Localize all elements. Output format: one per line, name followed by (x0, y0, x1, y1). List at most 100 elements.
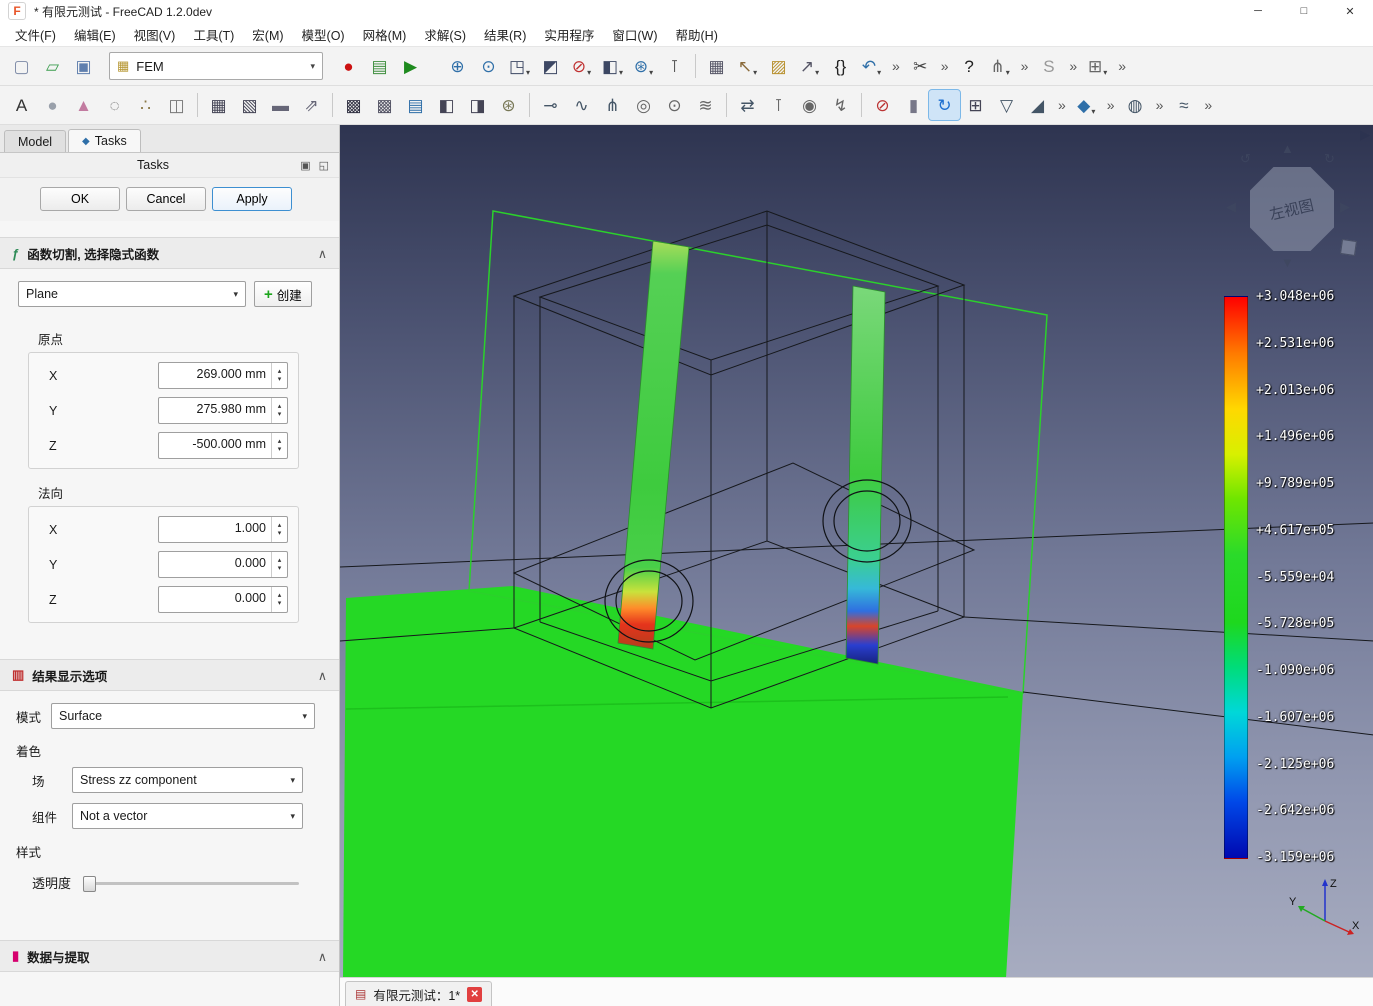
minimize-icon[interactable]: ─ (1235, 0, 1281, 22)
mesh-cube-left-button[interactable]: ◧ (431, 90, 462, 120)
lasso-select-button[interactable]: ◌ (99, 90, 130, 120)
toolbar-overflow[interactable]: » (887, 58, 905, 74)
ring-button[interactable]: ◎ (628, 90, 659, 120)
spin-up-icon[interactable]: ▴ (278, 522, 282, 530)
create-function-button[interactable]: + 创建 (254, 281, 312, 307)
post-function-button[interactable]: ∿ (566, 90, 597, 120)
mesh-solid-button[interactable]: ▦ (203, 90, 234, 120)
bolt-button[interactable]: ↯ (825, 90, 856, 120)
menu-item[interactable]: 模型(O) (293, 22, 354, 47)
mesh-extrude-button[interactable]: ⇗ (296, 90, 327, 120)
cylinder-button[interactable]: ▮ (898, 90, 929, 120)
mesh-gear-button[interactable]: ⊛ (493, 90, 524, 120)
rotate-ccw-icon[interactable]: ↺ (1240, 151, 1251, 167)
split-mesh-button[interactable]: ◫ (161, 90, 192, 120)
menu-item[interactable]: 文件(F) (6, 22, 65, 47)
washer-button[interactable]: ◉ (794, 90, 825, 120)
refresh-button[interactable]: ↻ (929, 90, 960, 120)
mesh-info-table-button[interactable]: ▤ (400, 90, 431, 120)
zoom-tools-button[interactable]: ⊛▾ (628, 51, 659, 81)
screw-button[interactable]: ⊙ (659, 90, 690, 120)
ok-button[interactable]: OK (40, 187, 120, 211)
zoom-selection-button[interactable]: ⊙ (473, 51, 504, 81)
close-icon[interactable]: ✕ (1327, 0, 1373, 22)
toolbar-overflow[interactable]: » (1053, 97, 1071, 113)
ramp-button[interactable]: ◢ (1022, 90, 1053, 120)
spin-up-icon[interactable]: ▴ (278, 438, 282, 446)
menu-item[interactable]: 窗口(W) (603, 22, 666, 47)
mesh-plate-button[interactable]: ▬ (265, 90, 296, 120)
compass-button[interactable]: ◍ (1120, 90, 1151, 120)
toolbar-overflow[interactable]: » (1113, 58, 1131, 74)
spin-up-icon[interactable]: ▴ (278, 557, 282, 565)
rotate-cw-icon[interactable]: ↻ (1324, 151, 1335, 167)
normal-x-input[interactable]: 1.000 ▴▾ (158, 516, 288, 543)
rotate-left-arrow[interactable]: ◀ (1226, 199, 1236, 215)
post-pipeline-button[interactable]: ⊸ (535, 90, 566, 120)
spring-button[interactable]: ≋ (690, 90, 721, 120)
macro-edit-button[interactable]: ▤ (364, 51, 395, 81)
rotate-down-arrow[interactable]: ▼ (1281, 255, 1294, 270)
measure-button[interactable]: ⊺ (659, 51, 690, 81)
home-cube-icon[interactable] (1340, 239, 1357, 256)
rotate-right-arrow[interactable]: ▶ (1340, 199, 1350, 215)
toolbar-overflow[interactable]: » (1016, 58, 1034, 74)
points-group-button[interactable]: ∴ (130, 90, 161, 120)
spinner-buttons[interactable]: ▴▾ (271, 433, 287, 458)
navigation-cube[interactable]: ▲ ↺ ↻ ◀ ▶ ▼ 左视图 (1224, 137, 1358, 277)
whats-this-button[interactable]: ? (954, 51, 985, 81)
post-filter-button[interactable]: ⋔ (597, 90, 628, 120)
normal-z-input[interactable]: 0.000 ▴▾ (158, 586, 288, 613)
toolbar-overflow[interactable]: » (1064, 58, 1082, 74)
export-button[interactable]: ↗▾ (794, 51, 825, 81)
view-style-button[interactable]: ◧▾ (597, 51, 628, 81)
3d-viewport[interactable]: +3.048e+06+2.531e+06+2.013e+06+1.496e+06… (340, 125, 1373, 977)
float-panel-icon[interactable]: ◱ (319, 159, 329, 172)
folder-button[interactable]: ▨ (763, 51, 794, 81)
spin-down-icon[interactable]: ▾ (278, 446, 282, 454)
assembly-button[interactable]: ⊞▾ (1082, 51, 1113, 81)
dependency-graph-button[interactable]: ⋔▾ (985, 51, 1016, 81)
slider-handle[interactable] (83, 876, 96, 892)
draft-snap-button[interactable]: S (1033, 51, 1064, 81)
spin-down-icon[interactable]: ▾ (278, 376, 282, 384)
open-document-button[interactable]: ▱ (37, 51, 68, 81)
component-select[interactable]: Not a vector ▾ (72, 803, 303, 829)
chevron-up-icon[interactable]: ∧ (318, 949, 327, 964)
section-function-cut-header[interactable]: ƒ 函数切割, 选择隐式函数 ∧ (0, 237, 339, 269)
section-display-options-header[interactable]: ▥ 结果显示选项 ∧ (0, 659, 339, 691)
expression-button[interactable]: {} (825, 51, 856, 81)
fem-mesh-button[interactable]: ▩ (338, 90, 369, 120)
menu-item[interactable]: 帮助(H) (667, 22, 727, 47)
flow-lines-button[interactable]: ≈ (1168, 90, 1199, 120)
menu-item[interactable]: 编辑(E) (65, 22, 125, 47)
spinner-buttons[interactable]: ▴▾ (271, 552, 287, 577)
apply-button[interactable]: Apply (212, 187, 292, 211)
cone-button[interactable]: ▲ (68, 90, 99, 120)
tab-model[interactable]: Model (4, 130, 66, 152)
fem-mesh-region-button[interactable]: ▩ (369, 90, 400, 120)
document-tab[interactable]: ▤ 有限元测试：1* ✕ (345, 981, 492, 1006)
sphere-button[interactable]: ● (37, 90, 68, 120)
menu-item[interactable]: 求解(S) (415, 22, 475, 47)
menu-item[interactable]: 视图(V) (125, 22, 185, 47)
origin-x-input[interactable]: 269.000 mm ▴▾ (158, 362, 288, 389)
grid-button[interactable]: ⊞ (960, 90, 991, 120)
suppress-button[interactable]: ⊘ (867, 90, 898, 120)
navigation-cube-button[interactable]: ◆▾ (1071, 90, 1102, 120)
new-document-button[interactable]: ▢ (6, 51, 37, 81)
spin-up-icon[interactable]: ▴ (278, 403, 282, 411)
macro-record-button[interactable]: ● (333, 51, 364, 81)
clipping-plane-button[interactable]: ⊘▾ (566, 51, 597, 81)
menu-item[interactable]: 实用程序 (535, 22, 603, 47)
sync-view-button[interactable]: ◩ (535, 51, 566, 81)
spinner-buttons[interactable]: ▴▾ (271, 398, 287, 423)
toolbar-overflow[interactable]: » (936, 58, 954, 74)
chevron-up-icon[interactable]: ∧ (318, 246, 327, 261)
menu-item[interactable]: 宏(M) (243, 22, 292, 47)
toolbar-overflow[interactable]: » (1199, 97, 1217, 113)
undo-button[interactable]: ↶▾ (856, 51, 887, 81)
zoom-fit-button[interactable]: ⊕ (442, 51, 473, 81)
spin-up-icon[interactable]: ▴ (278, 592, 282, 600)
chevron-up-icon[interactable]: ∧ (318, 668, 327, 683)
